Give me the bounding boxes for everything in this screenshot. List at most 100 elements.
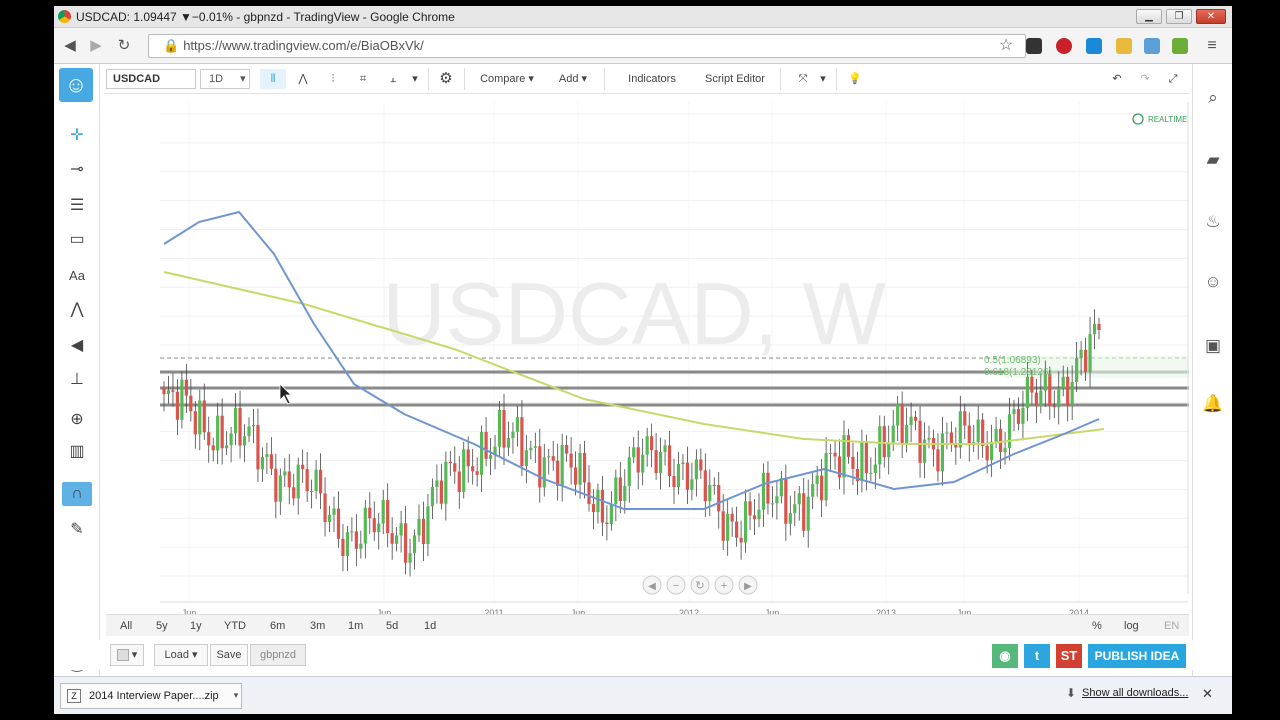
download-item[interactable]: Z 2014 Interview Paper....zip <box>60 683 242 709</box>
fib-label: 0.618(1.28126) <box>984 367 1052 378</box>
color-theme-select[interactable]: ▾ <box>110 644 144 666</box>
crosshair-icon[interactable]: ✛ <box>62 124 92 148</box>
realtime-label: REALTIME <box>1148 115 1187 124</box>
range-6m[interactable]: 6m <box>270 619 285 633</box>
candle-body <box>354 531 358 549</box>
undo-icon[interactable]: ↶ <box>1106 69 1128 89</box>
text-tool-icon[interactable]: Aa <box>62 264 92 288</box>
eraser-icon[interactable]: ✎ <box>62 518 92 542</box>
add-button[interactable]: Add ▾ <box>550 69 596 89</box>
chart-area[interactable]: USDCAD, W 0.5(1.06893)0.618(1.28126) 1.2… <box>104 94 1189 614</box>
log-scale-toggle[interactable]: log <box>1124 619 1139 633</box>
extension-d-icon[interactable] <box>1086 38 1102 54</box>
candle-body <box>274 468 278 502</box>
close-window-button[interactable]: ✕ <box>1196 9 1226 24</box>
layout-name[interactable]: gbpnzd <box>250 644 306 666</box>
chevron-down-icon[interactable]: ▾ <box>230 683 242 709</box>
candle-body <box>430 486 435 507</box>
pattern-icon[interactable]: ⋀ <box>62 298 92 322</box>
alerts-bell-icon[interactable]: 🔔 <box>1201 392 1225 416</box>
reload-icon[interactable]: ↻ <box>114 36 134 56</box>
range-1y[interactable]: 1y <box>190 619 202 633</box>
zoom-icon[interactable]: ⊕ <box>62 408 92 432</box>
range-3m[interactable]: 3m <box>310 619 325 633</box>
percent-scale-toggle[interactable]: % <box>1092 619 1102 633</box>
url-input[interactable]: 🔒 https://www.tradingview.com/e/BiaOBxVk/ <box>148 34 1026 58</box>
range-ytd[interactable]: YTD <box>224 619 246 633</box>
publish-idea-button[interactable]: PUBLISH IDEA <box>1088 644 1186 668</box>
heikin-ashi-icon[interactable]: ⌗ <box>350 69 376 89</box>
range-all[interactable]: All <box>120 619 132 633</box>
arrow-icon[interactable]: ◀ <box>62 334 92 358</box>
candle-body <box>403 523 408 563</box>
twitter-icon[interactable]: t <box>1024 644 1050 668</box>
bookmark-star-icon[interactable]: ☆ <box>996 36 1016 56</box>
extension-icon[interactable] <box>1026 38 1042 54</box>
search-icon[interactable]: ⌕ <box>1201 86 1225 110</box>
lightbulb-icon[interactable]: 💡 <box>842 69 868 89</box>
range-1m[interactable]: 1m <box>348 619 363 633</box>
candle-body <box>381 499 385 524</box>
fullscreen-icon[interactable]: ⤢ <box>1162 69 1184 89</box>
candle-body <box>596 489 600 513</box>
hotlist-flame-icon[interactable]: ♨ <box>1201 210 1225 234</box>
extension-folder-icon[interactable] <box>1116 38 1132 54</box>
maximize-button[interactable]: ❐ <box>1166 9 1192 24</box>
messages-icon[interactable]: ▣ <box>1201 334 1225 358</box>
range-1d[interactable]: 1d <box>424 619 436 633</box>
compare-button[interactable]: Compare ▾ <box>472 69 542 89</box>
candle-body <box>565 444 569 454</box>
interval-select[interactable]: 1D ▾ <box>200 69 250 89</box>
drawing-tools-sidebar: ☺ ✛ ⊸ ☰ ▭ Aa ⋀ ◀ ⊥ ⊕ ▥ ∩ ✎ ? <box>54 64 100 714</box>
candle-body <box>336 508 341 539</box>
pinterest-icon[interactable] <box>1056 38 1072 54</box>
candle-body <box>502 409 506 448</box>
candles-style-icon[interactable]: ⫴ <box>260 69 286 89</box>
smiley-icon[interactable]: ☺ <box>59 68 93 102</box>
forward-icon[interactable]: ▶ <box>86 36 106 56</box>
auto-scale-toggle[interactable]: EN <box>1164 619 1179 633</box>
alert-tools-icon[interactable]: ⤧ <box>788 69 818 89</box>
range-5y[interactable]: 5y <box>156 619 168 633</box>
chat-icon[interactable]: ▰ <box>1201 148 1225 172</box>
bars-style-icon[interactable]: ⫶ <box>320 69 346 89</box>
candle-body <box>538 446 542 488</box>
symbol-search-input[interactable]: USDCAD <box>106 69 196 89</box>
candle-body <box>363 507 367 544</box>
minimize-button[interactable]: ▁ <box>1136 9 1162 24</box>
price-chart[interactable]: USDCAD, W 0.5(1.06893)0.618(1.28126) 1.2… <box>104 94 1189 614</box>
load-button[interactable]: Load ▾ <box>154 644 208 666</box>
show-all-downloads-link[interactable]: Show all downloads... <box>1082 687 1188 699</box>
chevron-down-icon[interactable]: ▾ <box>408 69 422 89</box>
stocktwits-button[interactable]: ST <box>1056 644 1082 668</box>
close-downloads-icon[interactable]: ✕ <box>1202 686 1213 702</box>
range-5d[interactable]: 5d <box>386 619 398 633</box>
candle-body <box>242 436 247 446</box>
candle-body <box>506 438 511 448</box>
cast-icon[interactable] <box>1144 38 1160 54</box>
line-style-icon[interactable]: ⋀ <box>290 69 316 89</box>
chevron-down-icon[interactable]: ▾ <box>816 69 830 89</box>
trend-line-icon[interactable]: ⊸ <box>62 158 92 182</box>
candle-body <box>551 456 555 461</box>
usv-extension-icon[interactable] <box>1172 38 1188 54</box>
save-button[interactable]: Save <box>210 644 248 666</box>
candle-body <box>730 513 734 522</box>
renko-icon[interactable]: ⫠ <box>380 69 406 89</box>
measure-icon[interactable]: ⊥ <box>62 368 92 392</box>
ruler-icon[interactable]: ▥ <box>62 440 92 464</box>
redo-icon[interactable]: ↷ <box>1134 69 1156 89</box>
rectangle-icon[interactable]: ▭ <box>62 228 92 252</box>
chrome-menu-icon[interactable]: ≡ <box>1202 36 1222 56</box>
magnet-icon[interactable]: ∩ <box>62 482 92 506</box>
snapshot-camera-icon[interactable]: ◉ <box>992 644 1018 668</box>
tradingview-favicon-icon <box>58 10 71 23</box>
candle-body <box>251 424 256 427</box>
script-editor-button[interactable]: Script Editor <box>694 69 776 89</box>
indicators-button[interactable]: Indicators <box>612 69 692 89</box>
calendar-icon[interactable] <box>1201 272 1225 296</box>
reset-icon: ↻ <box>695 580 704 592</box>
horizontal-lines-icon[interactable]: ☰ <box>62 194 92 218</box>
back-icon[interactable]: ◀ <box>60 36 80 56</box>
settings-gear-icon[interactable]: ⚙ <box>434 69 458 89</box>
